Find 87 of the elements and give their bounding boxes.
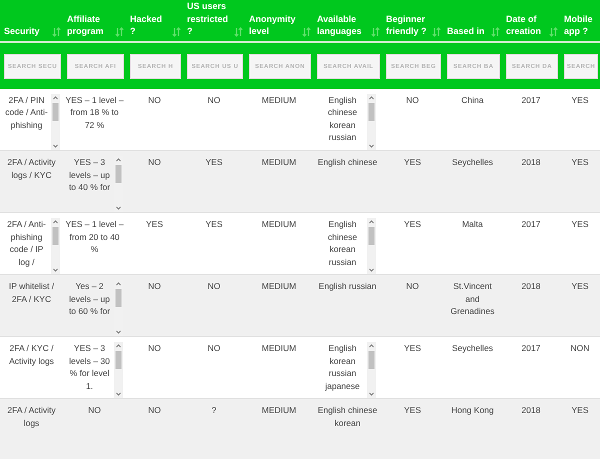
table-cell-text: 2FA / Anti-phishing code / IP log / (6, 218, 47, 269)
table-cell: YES (571, 219, 588, 229)
table-cell: 2FA / Activity logs / KYC (7, 157, 56, 180)
table-cell: YES (404, 219, 421, 229)
table-cell: 2017 (522, 343, 540, 353)
table-cell: YES (571, 94, 588, 104)
column-header[interactable]: Affiliate program (67, 12, 113, 38)
table-cell-text: 2FA / PIN code / Anti-phishing (4, 94, 49, 132)
table-cell: YES (404, 157, 421, 167)
table-cell: Malta (462, 219, 483, 229)
table-cell: MEDIUM (262, 94, 296, 104)
column-header[interactable]: Hacked ? (130, 12, 170, 38)
table-cell: NO (148, 405, 161, 415)
table-cell: YES (571, 157, 588, 167)
sort-icon[interactable] (52, 26, 61, 36)
column-header[interactable]: Beginner friendly ? (386, 12, 430, 38)
table-cell: St.Vincent and Grenadines (450, 281, 494, 316)
table-cell: NO (406, 94, 419, 104)
table-cell: NON (570, 343, 590, 353)
table-cell: 2FA / Activity logs (7, 405, 56, 428)
table-cell: NO (406, 281, 419, 291)
table-cell: 2018 (522, 281, 540, 291)
column-header[interactable]: Mobile app ? (564, 12, 598, 38)
table-cell: Hong Kong (451, 405, 494, 415)
sort-icon[interactable] (371, 26, 380, 36)
table-cell: NO (208, 281, 220, 291)
scrollbar[interactable] (366, 218, 376, 274)
column-header[interactable]: Security (4, 25, 40, 38)
table-cell: English chinese korean (318, 405, 378, 428)
table-cell: YES (404, 405, 421, 415)
scrollbar[interactable] (114, 280, 122, 336)
table-cell: China (461, 94, 484, 104)
table-cell: 2FA / KYC / Activity logs (9, 343, 54, 366)
column-header[interactable]: Anonymity level (249, 12, 300, 38)
column-header[interactable]: Available languages (317, 12, 369, 38)
table-cell: NO (148, 281, 161, 291)
table-cell: YES (205, 219, 222, 229)
table-cell: YES (146, 219, 163, 229)
table-cell: English chinese (318, 157, 378, 167)
column-header[interactable]: US users restricted ? (187, 0, 232, 38)
table-cell: NO (208, 94, 220, 104)
table-cell: 2018 (522, 157, 540, 167)
sort-icon[interactable] (115, 26, 124, 36)
table-cell: 2017 (522, 219, 540, 229)
table-cell: MEDIUM (262, 405, 296, 415)
table-cell-text: YES – 3 levels – up to 40 % for (68, 156, 112, 194)
table-cell: YES (205, 157, 222, 167)
table-cell: YES – 1 level – from 18 % to 72 % (65, 94, 124, 130)
scrollbar[interactable] (366, 342, 376, 398)
table-cell-text: English chinese korean russian (326, 218, 358, 268)
scrollbar[interactable] (50, 94, 60, 150)
table-cell-text: English korean russian japanese (324, 342, 361, 393)
table-cell: NO (148, 157, 161, 167)
table-cell: MEDIUM (262, 343, 296, 353)
table-cell: YES (571, 405, 588, 415)
sort-icon[interactable] (302, 26, 311, 36)
scrollbar[interactable] (50, 218, 60, 274)
table-cell: 2017 (522, 94, 540, 104)
sort-icon[interactable] (234, 26, 243, 36)
table-cell: YES (404, 343, 421, 353)
table-cell: NO (148, 343, 161, 353)
table-cell: YES (571, 281, 588, 291)
table-cell: IP whitelist / 2FA / KYC (8, 281, 54, 304)
table-cell: MEDIUM (262, 157, 296, 167)
sort-icon[interactable] (172, 26, 181, 36)
table-cell: NO (148, 94, 161, 104)
table-cell: 2018 (522, 405, 540, 415)
table-cell: YES – 1 level – from 20 to 40 % (65, 219, 124, 254)
sort-icon[interactable] (549, 26, 558, 36)
scrollbar[interactable] (114, 342, 122, 398)
table-cell: NO (88, 405, 101, 415)
table-cell-text: Yes – 2 levels – up to 60 % for (68, 280, 112, 318)
table-cell: NO (208, 343, 220, 353)
table-cell-text: English chinese korean russian (326, 94, 358, 144)
table-cell: English russian (318, 281, 376, 291)
sort-icon[interactable] (491, 26, 500, 36)
column-header[interactable]: Date of creation (506, 12, 547, 38)
table-cell: MEDIUM (262, 219, 296, 229)
scrollbar[interactable] (114, 156, 122, 212)
sort-icon[interactable] (432, 26, 441, 36)
scrollbar[interactable] (366, 94, 376, 150)
table-cell: Seychelles (452, 157, 494, 167)
column-header[interactable]: Based in (447, 25, 485, 38)
table-cell: MEDIUM (262, 281, 296, 291)
table-cell: ? (212, 405, 216, 415)
table-cell-text: YES – 3 levels – 30 % for level 1. (68, 342, 111, 392)
table-cell: Seychelles (452, 343, 494, 353)
